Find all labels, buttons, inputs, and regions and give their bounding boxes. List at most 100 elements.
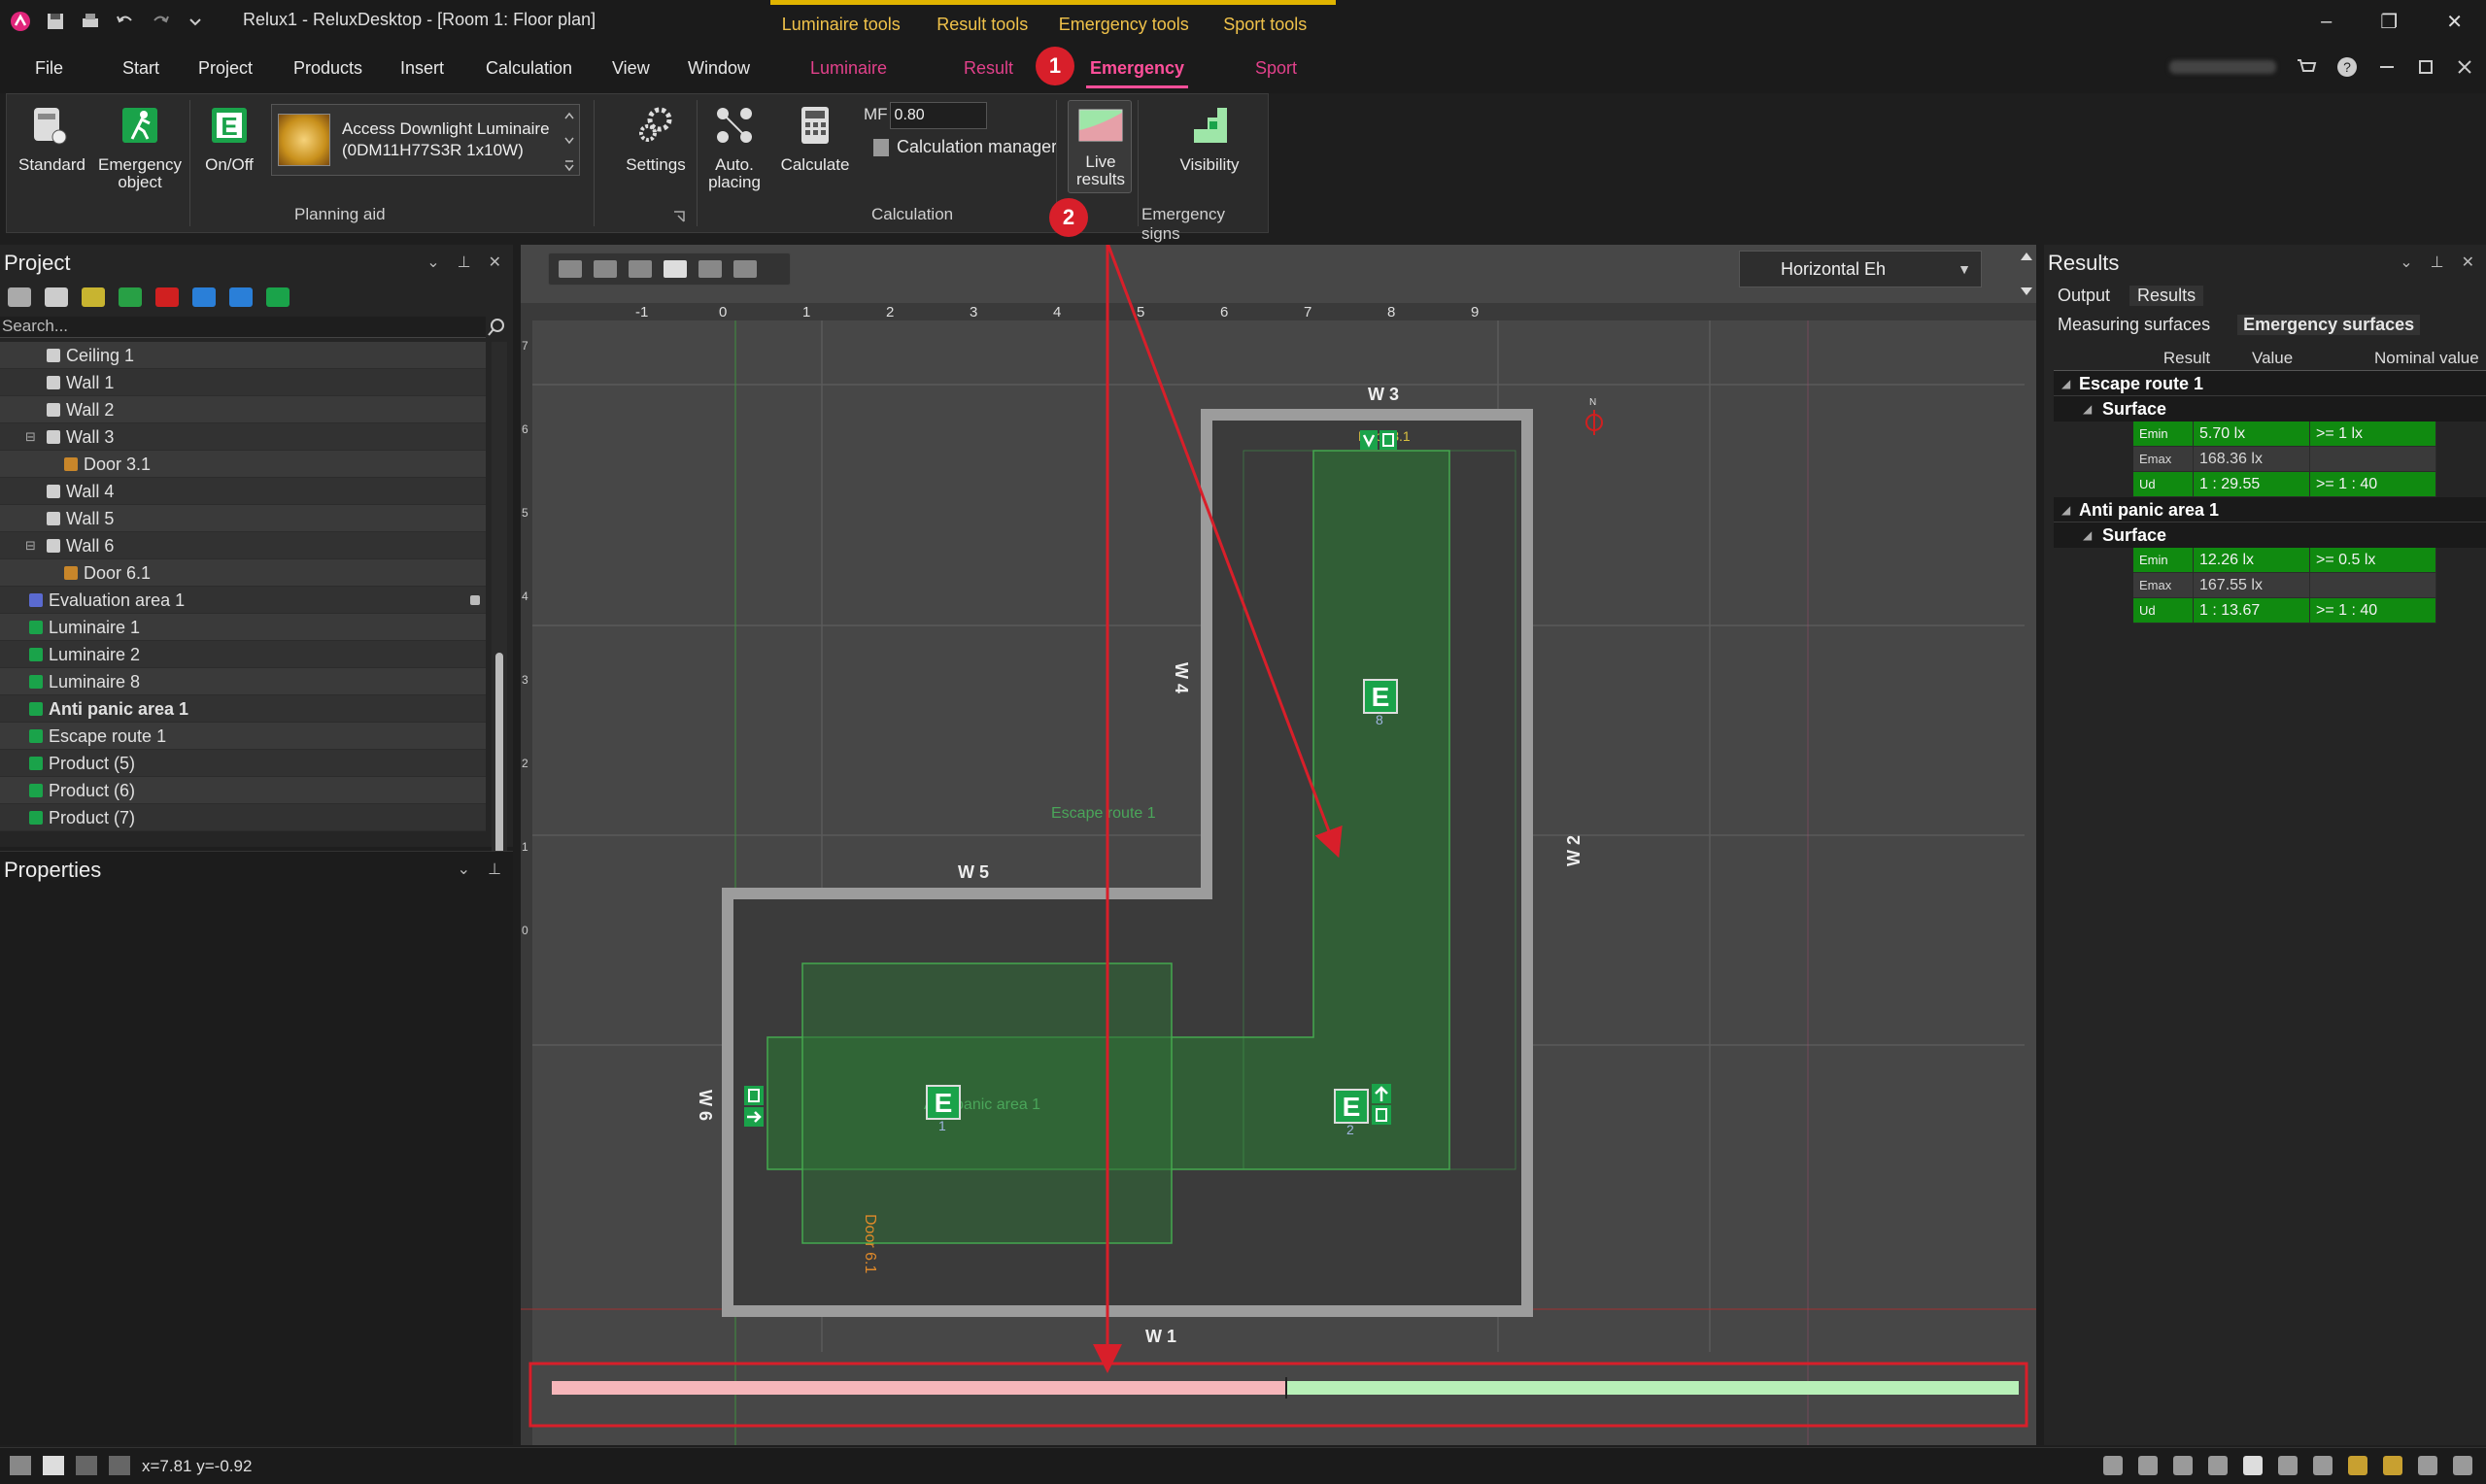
menu-luminaire[interactable]: Luminaire: [810, 58, 887, 79]
pin-icon[interactable]: ⊥: [458, 253, 471, 272]
result-surface[interactable]: ◢ Surface: [2054, 523, 2486, 548]
tree-item[interactable]: Door 3.1: [0, 451, 486, 478]
tree-item[interactable]: Luminaire 8: [0, 668, 486, 695]
save-icon[interactable]: [45, 11, 66, 32]
collapse-icon[interactable]: ⊟: [25, 532, 36, 559]
customize-icon[interactable]: [185, 11, 206, 32]
close-panel-icon[interactable]: ✕: [489, 253, 501, 272]
tree-item[interactable]: Evaluation area 1: [0, 587, 486, 614]
floor-plan-viewport[interactable]: Horizontal Eh ▼ -1 0 1 2 3 4 5 6 7 8 9 76543210 W …: [521, 245, 2036, 1445]
ribbon-close-icon[interactable]: [2455, 57, 2474, 77]
menu-file[interactable]: File: [35, 58, 63, 79]
exit-sign-icon[interactable]: [266, 287, 289, 307]
tree-item[interactable]: Wall 2: [0, 396, 486, 423]
tree-item[interactable]: Product (6): [0, 777, 486, 804]
menu-products[interactable]: Products: [293, 58, 362, 79]
tree-item[interactable]: Product (7): [0, 804, 486, 831]
project-search-input[interactable]: Search...: [0, 317, 486, 338]
user-name[interactable]: [2169, 60, 2276, 74]
lock-icon[interactable]: [470, 595, 480, 605]
close-button[interactable]: ✕: [2446, 10, 2463, 34]
ctx-luminaire-tools[interactable]: Luminaire tools: [770, 5, 912, 43]
standard-button[interactable]: Standard: [18, 104, 85, 174]
ribbon-minimize-icon[interactable]: [2377, 57, 2397, 77]
snap-icon[interactable]: [10, 1456, 31, 1475]
tree-item[interactable]: Luminaire 2: [0, 641, 486, 668]
tree-item[interactable]: Product (5): [0, 750, 486, 777]
menu-calculation[interactable]: Calculation: [486, 58, 572, 79]
visibility-button[interactable]: Visibility: [1163, 104, 1256, 174]
zoom-fit-icon[interactable]: [2103, 1456, 2123, 1475]
floor-plan-canvas[interactable]: -1 0 1 2 3 4 5 6 7 8 9 7 6 5 4 3 2 1 0 W 1 W 2 W 3 W 4 W …: [521, 245, 2036, 1445]
view-3d-icon[interactable]: [2208, 1456, 2228, 1475]
result-row[interactable]: Emax 168.36 lx: [2133, 447, 2486, 472]
emergency-tool-icon[interactable]: [119, 287, 142, 307]
close-panel-icon[interactable]: ✕: [2462, 253, 2474, 272]
calculate-button[interactable]: Calculate: [776, 104, 854, 174]
expand-icon[interactable]: ◢: [2083, 523, 2092, 548]
calculation-manager-button[interactable]: Calculation manager: [873, 137, 1057, 157]
subtab-measuring-surfaces[interactable]: Measuring surfaces: [2058, 315, 2210, 335]
result-group[interactable]: ◢ Escape route 1: [2054, 371, 2486, 396]
subtab-emergency-surfaces[interactable]: Emergency surfaces: [2237, 315, 2421, 335]
dropdown-icon[interactable]: ⌄: [2400, 253, 2412, 272]
ribbon-restore-icon[interactable]: [2416, 57, 2435, 77]
minimize-button[interactable]: –: [2321, 11, 2332, 33]
cart-icon[interactable]: [2296, 57, 2317, 77]
restore-button[interactable]: ❐: [2380, 10, 2398, 34]
emergency-object-button[interactable]: Emergency object: [96, 104, 184, 191]
help-icon[interactable]: ?: [2336, 56, 2358, 78]
collapse-icon[interactable]: ⊟: [25, 423, 36, 451]
grid-mode-icon[interactable]: [43, 1456, 64, 1475]
menu-insert[interactable]: Insert: [400, 58, 444, 79]
tree-item[interactable]: Luminaire 1: [0, 614, 486, 641]
red-line-icon[interactable]: [155, 287, 179, 307]
tree-item[interactable]: Ceiling 1: [0, 342, 486, 369]
tree-item[interactable]: Wall 4: [0, 478, 486, 505]
expand-icon[interactable]: ◢: [2061, 497, 2070, 523]
tree-item[interactable]: Escape route 1: [0, 723, 486, 750]
gallery-scroll-icon[interactable]: [563, 109, 575, 173]
result-row[interactable]: Emin 12.26 lx >= 0.5 lx: [2133, 548, 2486, 573]
undo-icon[interactable]: [115, 11, 136, 32]
document-icon[interactable]: [2453, 1456, 2472, 1475]
ortho-icon[interactable]: [76, 1456, 97, 1475]
dropdown-icon[interactable]: ⌄: [426, 253, 439, 272]
result-row[interactable]: Ud 1 : 13.67 >= 1 : 40: [2133, 598, 2486, 624]
view-plan-icon[interactable]: [2243, 1456, 2263, 1475]
tree-item[interactable]: Wall 1: [0, 369, 486, 396]
result-row[interactable]: Ud 1 : 29.55 >= 1 : 40: [2133, 472, 2486, 497]
expand-icon[interactable]: ◢: [2061, 371, 2070, 396]
tab-results[interactable]: Results: [2129, 286, 2204, 306]
ctx-result-tools[interactable]: Result tools: [912, 5, 1054, 43]
ctx-sport-tools[interactable]: Sport tools: [1195, 5, 1337, 43]
live-results-button[interactable]: Live results: [1068, 100, 1132, 193]
camera-icon[interactable]: [2418, 1456, 2437, 1475]
menu-start[interactable]: Start: [122, 58, 159, 79]
luminaire-tool-icon[interactable]: [82, 287, 105, 307]
menu-window[interactable]: Window: [688, 58, 750, 79]
dropdown-icon[interactable]: ⌄: [458, 860, 470, 879]
tree-item[interactable]: Anti panic area 1: [0, 695, 486, 723]
result-surface[interactable]: ◢ Surface: [2054, 396, 2486, 422]
redo-icon[interactable]: [150, 11, 171, 32]
pin-icon[interactable]: ⊥: [2431, 253, 2444, 272]
mf-input[interactable]: [889, 102, 987, 129]
menu-project[interactable]: Project: [198, 58, 253, 79]
ctx-emergency-tools[interactable]: Emergency tools: [1053, 5, 1195, 43]
tree-item[interactable]: ⊟ Wall 6: [0, 532, 486, 559]
furniture-icon[interactable]: [192, 287, 216, 307]
search-icon[interactable]: [486, 317, 507, 338]
settings-button[interactable]: Settings: [619, 104, 693, 174]
auto-placing-button[interactable]: Auto. placing: [700, 104, 768, 191]
compass-icon[interactable]: N: [1585, 397, 1603, 435]
light-icon[interactable]: [2383, 1456, 2402, 1475]
tree-item[interactable]: Wall 5: [0, 505, 486, 532]
room-icon[interactable]: [45, 287, 68, 307]
render-icon[interactable]: [2348, 1456, 2367, 1475]
menu-result[interactable]: Result: [964, 58, 1013, 79]
building-icon[interactable]: [8, 287, 31, 307]
menu-sport[interactable]: Sport: [1255, 58, 1297, 79]
pin-icon[interactable]: ⊥: [488, 860, 501, 879]
tree-item[interactable]: Door 6.1: [0, 559, 486, 587]
